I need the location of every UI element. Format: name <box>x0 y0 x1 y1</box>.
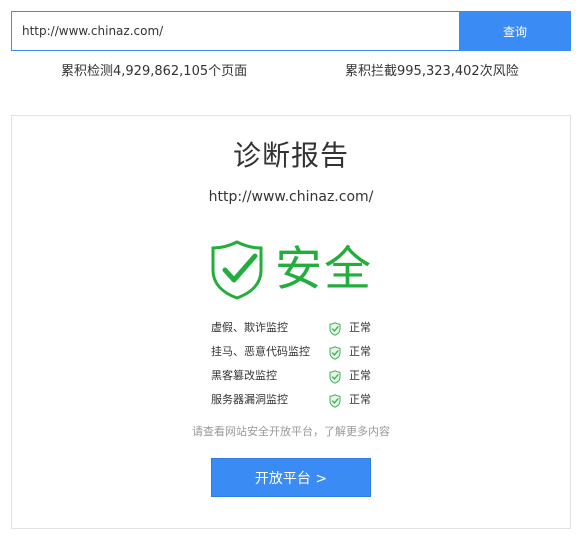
query-button[interactable]: 查询 <box>459 11 571 51</box>
report-url: http://www.chinaz.com/ <box>208 189 374 205</box>
shield-check-icon <box>329 394 341 408</box>
open-platform-button[interactable]: 开放平台 > <box>211 458 371 497</box>
blocked-risks-stat: 累积拦截995,323,402次风险 <box>345 64 519 79</box>
check-label: 服务器漏洞监控 <box>211 393 288 406</box>
check-label: 挂马、恶意代码监控 <box>211 345 310 358</box>
diagnosis-report-card: 诊断报告 http://www.chinaz.com/ 安全 虚假、欺诈监控 正… <box>11 115 571 529</box>
search-bar: 查询 <box>11 11 571 51</box>
shield-check-icon <box>329 346 341 360</box>
check-label: 黑客篡改监控 <box>211 369 277 382</box>
verdict-block: 安全 <box>211 240 381 300</box>
check-status: 正常 <box>349 369 371 382</box>
check-status: 正常 <box>349 345 371 358</box>
check-label: 虚假、欺诈监控 <box>211 321 288 334</box>
scanned-pages-stat: 累积检测4,929,862,105个页面 <box>61 64 248 79</box>
report-title: 诊断报告 <box>232 139 349 172</box>
check-list: 虚假、欺诈监控 正常 挂马、恶意代码监控 正常 黑客篡改监控 正常 服务器漏洞监… <box>211 316 391 412</box>
shield-check-icon <box>329 322 341 336</box>
shield-check-icon <box>211 240 263 300</box>
open-platform-hint: 请查看网站安全开放平台，了解更多内容 <box>192 425 390 438</box>
check-row-tamper: 黑客篡改监控 正常 <box>211 364 391 388</box>
verdict-text: 安全 <box>275 242 373 297</box>
url-input[interactable] <box>11 11 459 51</box>
check-row-vulnerability: 服务器漏洞监控 正常 <box>211 388 391 412</box>
shield-check-icon <box>329 370 341 384</box>
check-status: 正常 <box>349 321 371 334</box>
check-row-fraud: 虚假、欺诈监控 正常 <box>211 316 391 340</box>
check-status: 正常 <box>349 393 371 406</box>
check-row-malware: 挂马、恶意代码监控 正常 <box>211 340 391 364</box>
